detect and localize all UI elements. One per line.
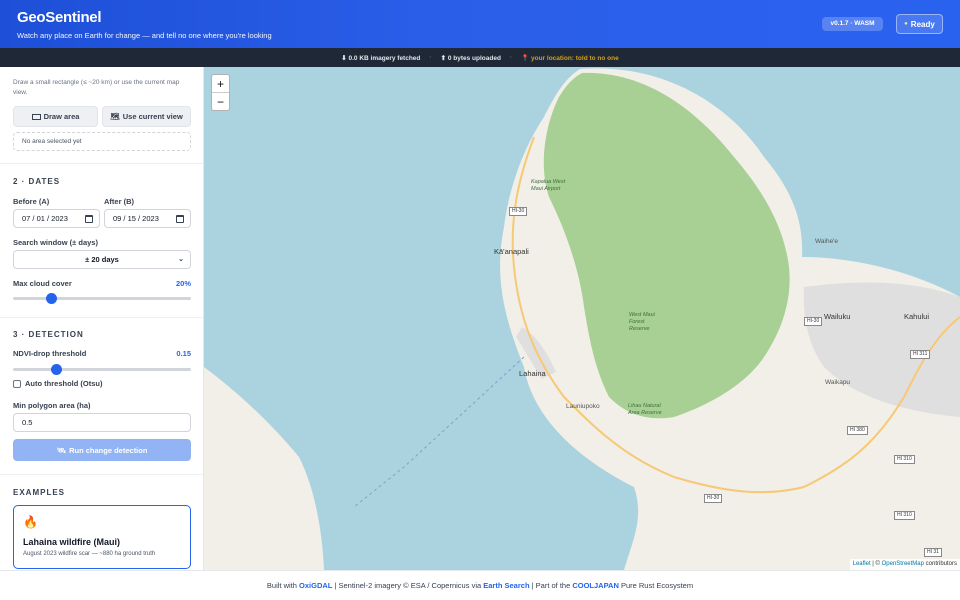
map-icon: 🗺 — [110, 112, 120, 121]
separator: · — [509, 54, 513, 61]
example-title: Lahaina wildfire (Maui) — [23, 537, 121, 547]
version-badge: v0.1.7 · WASM — [822, 17, 883, 31]
forest-reserve-label: West Maui Forest Reserve — [629, 312, 655, 332]
ndvi-threshold-slider-thumb[interactable] — [51, 364, 63, 375]
otsu-checkbox[interactable] — [13, 380, 21, 388]
examples-section-title: EXAMPLES — [13, 488, 66, 497]
example-card-lahaina[interactable]: 🔥 Lahaina wildfire (Maui) August 2023 wi… — [13, 505, 191, 569]
min-area-input[interactable]: 0.5 — [13, 413, 191, 432]
ndvi-threshold-label: NDVI-drop threshold — [13, 349, 87, 358]
hi380-shield: HI 380 — [847, 426, 868, 435]
area-hint: Draw a small rectangle (≤ ~20 km) or use… — [13, 79, 180, 96]
cloud-cover-slider-thumb[interactable] — [46, 293, 58, 304]
divider — [0, 163, 203, 164]
zoom-control[interactable]: + − — [211, 74, 230, 111]
leaflet-link[interactable]: Leaflet — [853, 561, 871, 567]
app-header: GeoSentinel Watch any place on Earth for… — [0, 0, 960, 48]
hi30-shield: HI-30 — [704, 494, 723, 503]
uploaded-counter: ⬆ 0 bytes uploaded — [440, 54, 501, 62]
status-button[interactable]: ● Ready — [896, 14, 943, 34]
map-attribution: Leaflet | © OpenStreetMap contributors — [849, 559, 960, 570]
cloud-cover-label: Max cloud cover — [13, 279, 72, 288]
cloud-cover-value: 20% — [175, 279, 191, 288]
ferry-route — [353, 356, 525, 508]
draw-area-button[interactable]: Draw area — [13, 106, 98, 127]
min-area-value: 0.5 — [22, 418, 33, 427]
dates-section-title: 2 · DATES — [13, 177, 61, 186]
map-view[interactable]: + − Kapalua West Maui Airport Kā'anapali… — [204, 67, 960, 570]
use-current-view-button[interactable]: 🗺 Use current view — [102, 106, 191, 127]
waihee-label: Waihe'e — [815, 238, 839, 245]
min-area-label: Min polygon area (ha) — [13, 401, 91, 410]
attribution-tail: contributors — [923, 561, 957, 567]
after-date-value: 09 / 15 / 2023 — [113, 214, 159, 223]
divider — [0, 317, 203, 318]
natural-area-label: Lihau Natural Area Reserve — [628, 403, 662, 416]
fetched-counter: ⬇ 0.0 KB imagery fetched — [341, 54, 421, 62]
ndvi-threshold-slider[interactable] — [13, 368, 191, 371]
cooljapan-link[interactable]: COOLJAPAN — [572, 581, 619, 590]
app-footer: Built with OxiGDAL | Sentinel-2 imagery … — [0, 570, 960, 600]
hi30-shield: HI-30 — [509, 207, 528, 216]
app-title: GeoSentinel — [17, 9, 102, 26]
run-change-detection-button[interactable]: 🛰 Run change detection — [13, 439, 191, 461]
app-tagline: Watch any place on Earth for change — an… — [17, 31, 272, 40]
area-selection-status: No area selected yet — [13, 132, 191, 151]
waikapu-label: Waikapu — [825, 379, 851, 386]
airport-label: Kapalua West Maui Airport — [531, 179, 566, 192]
lahaina-label: Lahaina — [519, 369, 546, 378]
divider — [0, 474, 203, 475]
dot-icon: ● — [904, 21, 908, 27]
attribution-separator: | © — [870, 561, 882, 567]
launiupoko-label: Launiupoko — [566, 403, 600, 410]
otsu-label: Auto threshold (Otsu) — [25, 379, 103, 388]
lanai-coastline — [204, 367, 324, 570]
footer-suffix: Pure Rust Ecosystem — [618, 581, 694, 590]
kaanapali-label: Kā'anapali — [494, 247, 529, 256]
earth-search-link[interactable]: Earth Search — [483, 581, 529, 590]
draw-area-label: Draw area — [43, 112, 80, 121]
chevron-down-icon: ⌄ — [178, 256, 184, 263]
satellite-icon: 🛰 — [56, 445, 67, 455]
location-status: 📍 your location: told to no one — [521, 54, 619, 62]
hi310-shield: HI 310 — [894, 511, 915, 520]
ndvi-threshold-value: 0.15 — [176, 349, 191, 358]
hi31-shield: HI 31 — [924, 548, 942, 557]
before-date-label: Before (A) — [13, 197, 50, 206]
detection-section-title: 3 · DETECTION — [13, 330, 84, 339]
run-change-detection-label: Run change detection — [69, 445, 148, 455]
before-date-value: 07 / 01 / 2023 — [22, 214, 68, 223]
fire-icon: 🔥 — [23, 515, 38, 529]
hi311-shield: HI 311 — [910, 350, 931, 359]
zoom-out-button[interactable]: − — [212, 93, 229, 111]
rectangle-icon — [31, 113, 41, 120]
separator: · — [429, 54, 432, 61]
after-date-input[interactable]: 09 / 15 / 2023 — [104, 209, 191, 228]
cloud-cover-slider[interactable] — [13, 297, 191, 300]
after-date-label: After (B) — [104, 197, 134, 206]
oxigdal-link[interactable]: OxiGDAL — [299, 581, 332, 590]
use-current-view-label: Use current view — [122, 112, 183, 121]
status-label: Ready — [910, 19, 935, 29]
search-window-label: Search window (± days) — [13, 238, 98, 247]
privacy-status-bar: ⬇ 0.0 KB imagery fetched · ⬆ 0 bytes upl… — [0, 48, 960, 67]
hi310-shield: HI 310 — [894, 455, 915, 464]
kahului-label: Kahului — [904, 312, 930, 321]
example-description: August 2023 wildfire scar — ~880 ha grou… — [23, 551, 156, 557]
before-date-input[interactable]: 07 / 01 / 2023 — [13, 209, 100, 228]
footer-mid2: | Part of the — [529, 581, 573, 590]
calendar-icon[interactable] — [176, 215, 184, 223]
zoom-in-button[interactable]: + — [212, 75, 229, 93]
osm-link[interactable]: OpenStreetMap — [882, 561, 924, 567]
footer-mid1: | Sentinel-2 imagery © ESA / Copernicus … — [332, 581, 484, 590]
search-window-select[interactable]: ± 20 days ⌄ — [13, 250, 191, 269]
hi30-shield: HI-30 — [804, 317, 823, 326]
calendar-icon[interactable] — [85, 215, 93, 223]
control-sidebar[interactable]: Draw a small rectangle (≤ ~20 km) or use… — [0, 67, 204, 570]
search-window-value: ± 20 days — [85, 255, 119, 264]
footer-prefix: Built with — [266, 581, 300, 590]
wailuku-label: Wailuku — [824, 312, 851, 321]
